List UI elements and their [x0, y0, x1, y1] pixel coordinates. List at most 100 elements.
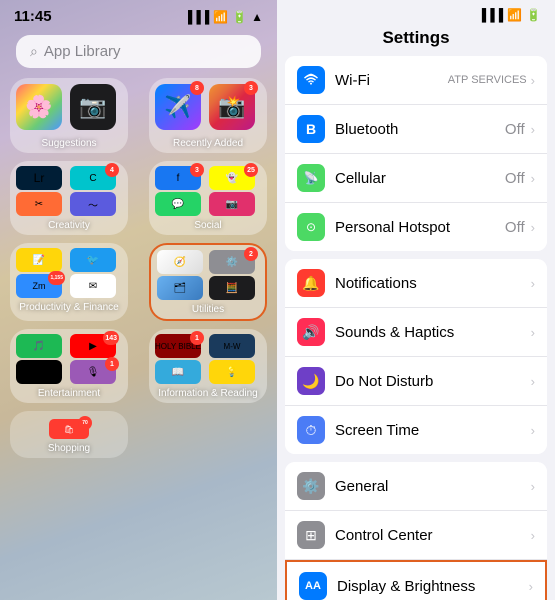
app-merriam[interactable]: M-W — [209, 334, 255, 358]
app-twitter[interactable]: 🐦 — [70, 248, 116, 272]
status-bar-right: ▐▐▐ 📶 🔋 — [277, 0, 555, 26]
app-camera[interactable]: 📷 — [70, 84, 116, 130]
app-cut[interactable]: ✂ — [16, 192, 62, 216]
app-flow[interactable]: 〜 — [70, 192, 116, 216]
app-files[interactable]: 🗂 — [157, 276, 203, 300]
app-canva[interactable]: C 4 — [70, 166, 116, 190]
instagram-badge: 3 — [244, 81, 258, 95]
wifi-icon: 📶 — [213, 10, 228, 24]
general-label: General — [335, 478, 531, 495]
category-entertainment[interactable]: 🎵 ▶ 143 ♪ 🎙 1 Entertainment — [10, 329, 128, 403]
wifi-status-icon: 📶 — [507, 8, 522, 22]
wifi-label: Wi-Fi — [335, 72, 448, 89]
shop-badge: 70 — [78, 416, 92, 430]
category-info-label: Information & Reading — [149, 386, 267, 403]
settings-item-bluetooth[interactable]: B Bluetooth Off › — [285, 105, 547, 154]
battery-icon: 🔋 — [232, 10, 247, 24]
cellular-label: Cellular — [335, 170, 505, 187]
app-snapchat[interactable]: 👻 25 — [209, 166, 255, 190]
category-creativity-label: Creativity — [10, 218, 128, 235]
control-setting-icon: ⊞ — [297, 521, 325, 549]
hotspot-chevron: › — [531, 220, 535, 235]
settings-item-screentime[interactable]: ⏱ Screen Time › — [285, 406, 547, 454]
app-gmail[interactable]: ✉ — [70, 274, 116, 298]
snap-badge: 25 — [244, 163, 258, 177]
category-productivity[interactable]: 📝 🐦 Zm 1,155 ✉ Productivity & Finance — [10, 243, 128, 321]
hotspot-label: Personal Hotspot — [335, 219, 505, 236]
app-social3[interactable]: 💬 — [155, 192, 201, 216]
bluetooth-label: Bluetooth — [335, 121, 505, 138]
settings-item-hotspot[interactable]: ⊙ Personal Hotspot Off › — [285, 203, 547, 251]
settings-item-cellular[interactable]: 📡 Cellular Off › — [285, 154, 547, 203]
category-creativity[interactable]: Lr C 4 ✂ 〜 Creativity — [10, 161, 128, 235]
settings-item-wifi[interactable]: Wi-Fi ATP SERVICES › — [285, 56, 547, 105]
category-social-label: Social — [149, 218, 267, 235]
category-row-3: 📝 🐦 Zm 1,155 ✉ Productivity & Finance 🧭 … — [10, 243, 267, 321]
app-social4[interactable]: 📷 — [209, 192, 255, 216]
settings-badge: 2 — [244, 247, 258, 261]
settings-item-general[interactable]: ⚙️ General › — [285, 462, 547, 511]
app-info3[interactable]: 📖 — [155, 360, 201, 384]
dnd-chevron: › — [531, 374, 535, 389]
zoom-badge: 1,155 — [48, 271, 65, 285]
location-icon: ▲ — [251, 10, 263, 24]
status-icons-left: ▐▐▐ 📶 🔋 ▲ — [184, 10, 263, 24]
status-bar-left: 11:45 ▐▐▐ 📶 🔋 ▲ — [0, 0, 277, 29]
cellular-setting-icon: 📡 — [297, 164, 325, 192]
category-row-1: 🌸 📷 Suggestions ✈️ 8 📸 3 Recently Adde — [10, 78, 267, 153]
app-zoom[interactable]: Zm 1,155 — [16, 274, 62, 298]
app-lightroom[interactable]: Lr — [16, 166, 62, 190]
settings-panel: ▐▐▐ 📶 🔋 Settings Wi-Fi ATP SERVICES › B — [277, 0, 555, 600]
notifications-setting-icon: 🔔 — [297, 269, 325, 297]
app-notes[interactable]: 📝 — [16, 248, 62, 272]
wifi-chevron: › — [531, 73, 535, 88]
settings-item-dnd[interactable]: 🌙 Do Not Disturb › — [285, 357, 547, 406]
control-chevron: › — [531, 528, 535, 543]
app-bible[interactable]: HOLY BIBLE 1 — [155, 334, 201, 358]
app-calculator[interactable]: 🧮 — [209, 276, 255, 300]
yt-badge: 143 — [103, 331, 119, 345]
category-utilities[interactable]: 🧭 ⚙️ 2 🗂 🧮 Utilities — [149, 243, 267, 321]
hotspot-value: Off — [505, 219, 525, 236]
screentime-chevron: › — [531, 423, 535, 438]
app-safari[interactable]: 🧭 — [157, 250, 203, 274]
app-podcast[interactable]: 🎙 1 — [70, 360, 116, 384]
wifi-setting-icon — [297, 66, 325, 94]
sounds-label: Sounds & Haptics — [335, 324, 531, 341]
app-info4[interactable]: 💡 — [209, 360, 255, 384]
category-productivity-label: Productivity & Finance — [10, 300, 128, 317]
app-youtube[interactable]: ▶ 143 — [70, 334, 116, 358]
app-facebook[interactable]: f 3 — [155, 166, 201, 190]
search-icon: ⌕ — [30, 43, 38, 60]
category-recently-added[interactable]: ✈️ 8 📸 3 Recently Added — [149, 78, 267, 153]
signal-icon: ▐▐▐ — [184, 10, 210, 24]
fb-badge: 3 — [190, 163, 204, 177]
category-suggestions[interactable]: 🌸 📷 Suggestions — [10, 78, 128, 153]
settings-section-general2: 🔔 Notifications › 🔊 Sounds & Haptics › 🌙… — [285, 259, 547, 454]
category-row-5: 🛍 70 Shopping — [10, 411, 267, 458]
category-info-reading[interactable]: HOLY BIBLE 1 M-W 📖 💡 Information & Readi… — [149, 329, 267, 403]
app-library-search[interactable]: ⌕ App Library — [16, 35, 261, 68]
display-setting-icon: AA — [299, 572, 327, 600]
app-spotify[interactable]: 🎵 — [16, 334, 62, 358]
settings-item-notifications[interactable]: 🔔 Notifications › — [285, 259, 547, 308]
category-shopping[interactable]: 🛍 70 Shopping — [10, 411, 128, 458]
settings-title: Settings — [277, 26, 555, 56]
bluetooth-setting-icon: B — [297, 115, 325, 143]
bluetooth-value: Off — [505, 121, 525, 138]
hotspot-setting-icon: ⊙ — [297, 213, 325, 241]
battery-status-icon: 🔋 — [526, 8, 541, 22]
app-photos[interactable]: 🌸 — [16, 84, 62, 130]
app-messenger[interactable]: ✈️ 8 — [155, 84, 201, 130]
settings-item-control[interactable]: ⊞ Control Center › — [285, 511, 547, 560]
app-tiktok[interactable]: ♪ — [16, 360, 62, 384]
app-settings[interactable]: ⚙️ 2 — [209, 250, 255, 274]
app-instagram[interactable]: 📸 3 — [209, 84, 255, 130]
settings-item-display[interactable]: AA Display & Brightness › — [285, 560, 547, 600]
general-setting-icon: ⚙️ — [297, 472, 325, 500]
signal-bars-icon: ▐▐▐ — [478, 8, 504, 22]
app-library-panel: 11:45 ▐▐▐ 📶 🔋 ▲ ⌕ App Library 🌸 📷 Sugges… — [0, 0, 277, 600]
pod-badge: 1 — [105, 357, 119, 371]
category-social[interactable]: f 3 👻 25 💬 📷 Social — [149, 161, 267, 235]
settings-item-sounds[interactable]: 🔊 Sounds & Haptics › — [285, 308, 547, 357]
